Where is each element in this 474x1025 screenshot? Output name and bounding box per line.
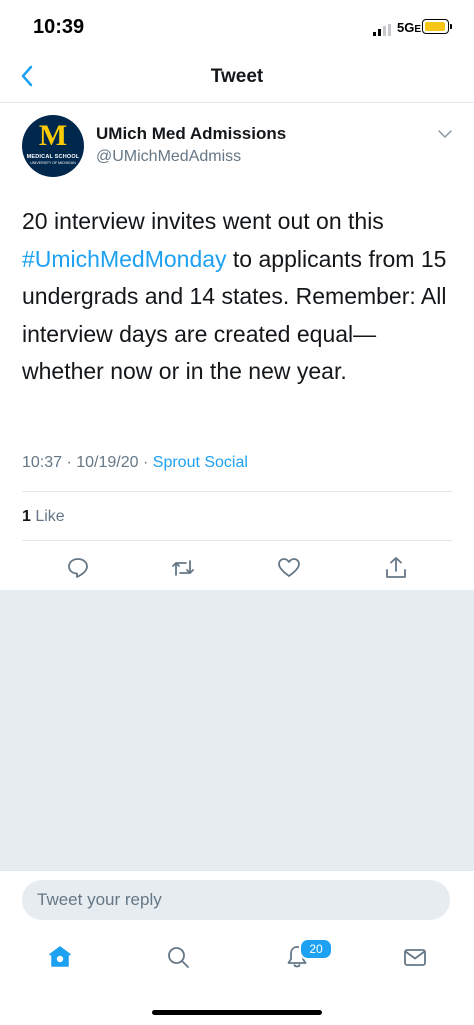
author-name[interactable]: UMich Med Admissions <box>96 124 286 144</box>
divider <box>22 491 452 492</box>
hashtag-link[interactable]: #UmichMedMonday <box>22 246 227 272</box>
status-bar: 10:39 5GE <box>0 0 474 58</box>
avatar-logo-line1: MEDICAL SCHOOL <box>26 154 80 160</box>
home-icon[interactable] <box>47 944 73 970</box>
avatar-logo-line2: UNIVERSITY OF MICHIGAN <box>30 161 76 165</box>
tweet-text: 20 interview invites went out on this #U… <box>22 203 452 391</box>
likes-number: 1 <box>22 508 31 525</box>
reply-icon[interactable] <box>65 555 91 581</box>
notifications-badge: 20 <box>299 938 333 960</box>
retweet-icon[interactable] <box>170 555 196 581</box>
messages-icon[interactable] <box>402 944 428 970</box>
tweet-timestamp: 10:37 · 10/19/20 · <box>22 454 153 471</box>
like-icon[interactable] <box>276 555 302 581</box>
likes-label: Like <box>30 508 65 525</box>
share-icon[interactable] <box>383 555 409 581</box>
divider <box>22 540 452 541</box>
tweet-meta: 10:37 · 10/19/20 · Sprout Social <box>22 454 248 472</box>
battery-icon <box>422 19 452 34</box>
likes-count[interactable]: 1 Like <box>22 508 65 526</box>
nav-bar: Tweet <box>0 58 474 103</box>
avatar-logo-letter: M <box>38 119 68 152</box>
home-indicator[interactable] <box>152 1010 322 1015</box>
signal-icon <box>373 24 391 36</box>
author-handle[interactable]: @UMichMedAdmiss <box>96 148 241 166</box>
search-icon[interactable] <box>165 944 191 970</box>
avatar[interactable]: M MEDICAL SCHOOL UNIVERSITY OF MICHIGAN <box>22 115 84 177</box>
status-time: 10:39 <box>33 16 85 38</box>
reply-input[interactable]: Tweet your reply <box>22 880 450 920</box>
page-title: Tweet <box>210 66 264 87</box>
source-link[interactable]: Sprout Social <box>153 454 248 471</box>
tweet-text-part: 20 interview invites went out on this <box>22 208 384 234</box>
network-label: 5GE <box>397 20 422 35</box>
empty-replies-area <box>0 590 474 870</box>
chevron-down-icon[interactable] <box>437 128 453 140</box>
